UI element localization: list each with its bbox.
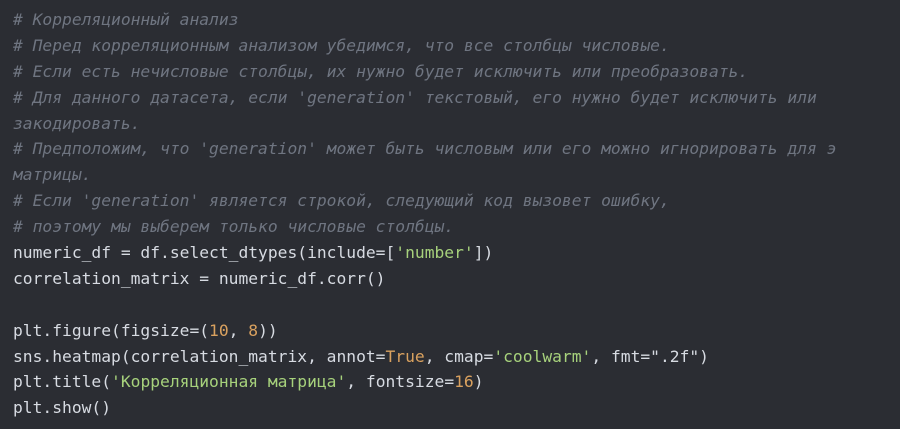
code-token: , fmt=".2f") — [591, 346, 709, 366]
code-line-comment: # Предположим, что 'generation' может бы… — [13, 139, 837, 159]
code-token: , — [228, 320, 249, 340]
code-line-title: plt.title('Корреляционная матрица', font… — [13, 369, 900, 395]
code-line-select-dtypes: numeric_df = df.select_dtypes(include=['… — [13, 240, 900, 266]
code-line-heatmap: sns.heatmap(correlation_matrix, annot=Tr… — [13, 344, 900, 370]
code-line-comment: # Если есть нечисловые столбцы, их нужно… — [13, 61, 749, 81]
code-token: ) — [473, 372, 484, 392]
code-line-comment: # Перед корреляционным анализом убедимся… — [13, 35, 670, 55]
code-line-comment: # Для данного датасета, если 'generation… — [13, 87, 817, 107]
code-token: ]) — [473, 243, 494, 263]
code-line-comment-wrap: матрицы. — [13, 165, 92, 185]
number-literal: 10 — [209, 320, 229, 340]
code-token: , cmap= — [424, 346, 494, 366]
code-token: numeric_df = df.select_dtypes(include=[ — [13, 243, 396, 263]
code-line-show: plt.show() — [13, 398, 112, 418]
code-editor[interactable]: # Корреляционный анализ # Перед корреляц… — [0, 0, 900, 429]
code-line-comment: # поэтому мы выберем только числовые сто… — [13, 217, 455, 237]
code-line-comment: # Если 'generation' является строкой, сл… — [13, 191, 670, 211]
code-token: , fontsize= — [346, 372, 455, 392]
code-token: plt.title( — [13, 372, 112, 392]
string-literal: 'Корреляционная матрица' — [111, 372, 347, 392]
code-token: )) — [258, 320, 278, 340]
string-literal: 'coolwarm' — [493, 346, 592, 366]
number-literal: 8 — [248, 320, 259, 340]
code-token: plt.figure(figsize=( — [13, 320, 210, 340]
code-line-figure: plt.figure(figsize=(10, 8)) — [13, 318, 900, 344]
number-literal: 16 — [454, 372, 474, 392]
string-literal: 'number' — [395, 243, 474, 263]
code-token: sns.heatmap(correlation_matrix, annot= — [13, 346, 386, 366]
code-line-corr: correlation_matrix = numeric_df.corr() — [13, 268, 386, 288]
code-line-comment: # Корреляционный анализ — [13, 10, 239, 29]
code-line-comment-wrap: закодировать. — [13, 113, 141, 133]
keyword-literal: True — [385, 346, 425, 366]
